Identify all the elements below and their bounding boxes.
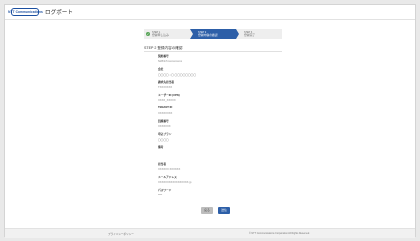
check-icon: ✓ bbox=[146, 31, 150, 36]
step-3: STEP 3 登録完了 bbox=[236, 29, 282, 39]
field-value-plan: 〇〇〇〇 bbox=[158, 139, 169, 142]
step-2-active: STEP 2 登録内容の確認 bbox=[190, 29, 236, 39]
step-arrow-icon bbox=[236, 29, 239, 39]
step-1: ✓ STEP 1 登録申し込み bbox=[144, 29, 190, 39]
field-label-user-id: ユーザーID (UPN) bbox=[158, 94, 180, 97]
back-button[interactable]: 戻る bbox=[201, 207, 213, 214]
field-label-remarks: 備考 bbox=[158, 146, 164, 149]
step-label: 登録申し込み bbox=[152, 32, 169, 37]
field-label-password: パスワード bbox=[158, 189, 172, 192]
field-label-contact-person: 担当者 bbox=[158, 163, 167, 166]
field-label-line-number: 回線番号 bbox=[158, 120, 169, 123]
step-label: 登録完了 bbox=[244, 32, 256, 37]
field-label-tenant-id: TENANT ID bbox=[158, 106, 173, 109]
field-value-line-number: XXXXXXX bbox=[158, 125, 171, 128]
field-value-user-id: XXXX_XXXXX bbox=[158, 99, 176, 102]
field-label-email: メールアドレス bbox=[158, 176, 177, 179]
progress-stepper: ✓ STEP 1 登録申し込み STEP 2 登録内容の確認 STEP 3 登録… bbox=[144, 29, 282, 39]
field-value-contract-number: NWNx7xxxxxxxxxxx bbox=[158, 60, 183, 63]
field-value-contact-person: XXXXXX XXXXXX bbox=[158, 168, 181, 171]
step-arrow-icon bbox=[190, 29, 193, 39]
brand-logo[interactable]: NTT Communications bbox=[8, 8, 43, 16]
logo-text: NTT Communications bbox=[8, 10, 43, 14]
site-header: NTT Communications ログポート bbox=[5, 5, 415, 20]
field-value-email: XXXXXXXXXXXXXXXXX.jp bbox=[158, 181, 192, 184]
site-footer: プライバシーポリシー © NTT Communications Corporat… bbox=[5, 228, 415, 238]
field-label-company: 会社 bbox=[158, 68, 164, 71]
field-value-tenant-id: XXXXXXXX bbox=[158, 112, 173, 115]
field-label-billing-contact: 請求先担当者 bbox=[158, 81, 175, 84]
privacy-policy-link[interactable]: プライバシーポリシー bbox=[108, 232, 134, 236]
page: NTT Communications ログポート ✓ STEP 1 登録申し込み… bbox=[4, 4, 416, 238]
field-label-contract-number: 契約番号 bbox=[158, 55, 169, 58]
field-label-plan: 申込プラン bbox=[158, 133, 172, 136]
section-divider bbox=[144, 51, 282, 52]
field-value-password: **** bbox=[158, 194, 163, 197]
step-label: 登録内容の確認 bbox=[198, 32, 218, 37]
copyright-text: © NTT Communications Corporation All Rig… bbox=[249, 232, 310, 235]
page-title: ログポート bbox=[45, 9, 73, 16]
field-value-billing-contact: TXXXXXXX bbox=[158, 86, 173, 89]
submit-button[interactable]: 送信 bbox=[218, 207, 230, 214]
field-value-company: 〇〇〇〇 ○〇 〇〇〇〇〇〇〇〇 bbox=[158, 74, 197, 77]
